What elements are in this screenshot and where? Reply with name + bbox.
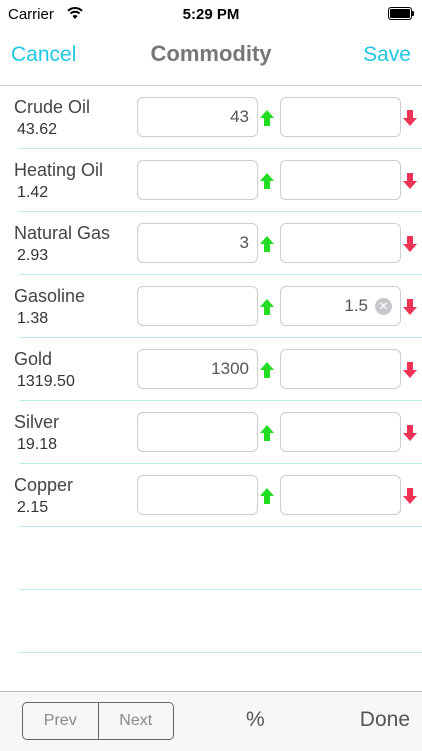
commodity-price: 43.62 <box>17 121 58 138</box>
up-arrow-icon <box>260 425 274 441</box>
commodity-price: 2.15 <box>17 499 49 516</box>
commodity-row: Silver 19.18 <box>0 401 422 464</box>
row-separator <box>19 526 422 527</box>
down-target-input[interactable] <box>280 97 401 137</box>
down-target-input[interactable] <box>280 475 401 515</box>
down-target-value: 1.5 <box>344 296 368 315</box>
prev-button[interactable]: Prev <box>23 703 98 739</box>
prev-next-segment: Prev Next <box>22 702 174 740</box>
up-target-input[interactable] <box>137 475 258 515</box>
commodity-row: Gold 1319.50 1300 <box>0 338 422 401</box>
up-arrow-icon <box>260 110 274 126</box>
next-button[interactable]: Next <box>97 703 174 739</box>
down-arrow-icon <box>403 110 417 126</box>
up-target-input[interactable]: 43 <box>137 97 258 137</box>
up-target-value: 43 <box>230 107 249 126</box>
commodity-price: 1319.50 <box>17 373 75 390</box>
status-time: 5:29 PM <box>182 6 240 23</box>
down-arrow-icon <box>403 362 417 378</box>
done-button[interactable]: Done <box>360 708 410 732</box>
down-target-input[interactable]: 1.5 ✕ <box>280 286 401 326</box>
up-arrow-icon <box>260 299 274 315</box>
up-target-input[interactable]: 3 <box>137 223 258 263</box>
commodity-name: Gold <box>14 349 53 369</box>
empty-row-separator <box>19 652 422 653</box>
down-arrow-icon <box>403 236 417 252</box>
clear-x-icon[interactable]: ✕ <box>375 298 392 315</box>
percent-button[interactable]: % <box>246 708 265 732</box>
commodity-list: Crude Oil 43.62 43 Heating Oil 1.42 Natural G… <box>0 86 422 691</box>
commodity-name: Copper <box>14 475 74 495</box>
commodity-price: 19.18 <box>17 436 58 453</box>
keyboard-toolbar: Prev Next % Done <box>0 691 422 751</box>
status-bar: Carrier 5:29 PM <box>0 0 422 30</box>
commodity-row: Heating Oil 1.42 <box>0 149 422 212</box>
down-target-input[interactable] <box>280 160 401 200</box>
down-target-input[interactable] <box>280 223 401 263</box>
commodity-name: Silver <box>14 412 60 432</box>
up-arrow-icon <box>260 173 274 189</box>
commodity-name: Heating Oil <box>14 160 104 180</box>
up-target-input[interactable]: 1300 <box>137 349 258 389</box>
commodity-row: Copper 2.15 <box>0 464 422 527</box>
commodity-row: Crude Oil 43.62 43 <box>0 86 422 149</box>
down-arrow-icon <box>403 488 417 504</box>
save-button[interactable]: Save <box>363 43 411 67</box>
up-target-input[interactable] <box>137 286 258 326</box>
up-target-value: 1300 <box>211 359 249 378</box>
commodity-name: Gasoline <box>14 286 86 306</box>
up-target-input[interactable] <box>137 412 258 452</box>
commodity-price: 1.42 <box>17 184 49 201</box>
commodity-row: Natural Gas 2.93 3 <box>0 212 422 275</box>
up-arrow-icon <box>260 236 274 252</box>
down-arrow-icon <box>403 299 417 315</box>
commodity-name: Natural Gas <box>14 223 111 243</box>
commodity-price: 2.93 <box>17 247 49 264</box>
empty-row-separator <box>19 589 422 590</box>
commodity-price: 1.38 <box>17 310 49 327</box>
down-arrow-icon <box>403 425 417 441</box>
commodity-name: Crude Oil <box>14 97 91 117</box>
up-arrow-icon <box>260 488 274 504</box>
down-target-input[interactable] <box>280 349 401 389</box>
up-target-value: 3 <box>239 233 249 252</box>
down-target-input[interactable] <box>280 412 401 452</box>
navigation-bar: Cancel Commodity Save <box>0 30 422 86</box>
commodity-row: Gasoline 1.38 1.5 ✕ <box>0 275 422 338</box>
up-arrow-icon <box>260 362 274 378</box>
down-arrow-icon <box>403 173 417 189</box>
battery-icon <box>388 7 414 20</box>
page-title: Commodity <box>150 41 272 66</box>
up-target-input[interactable] <box>137 160 258 200</box>
